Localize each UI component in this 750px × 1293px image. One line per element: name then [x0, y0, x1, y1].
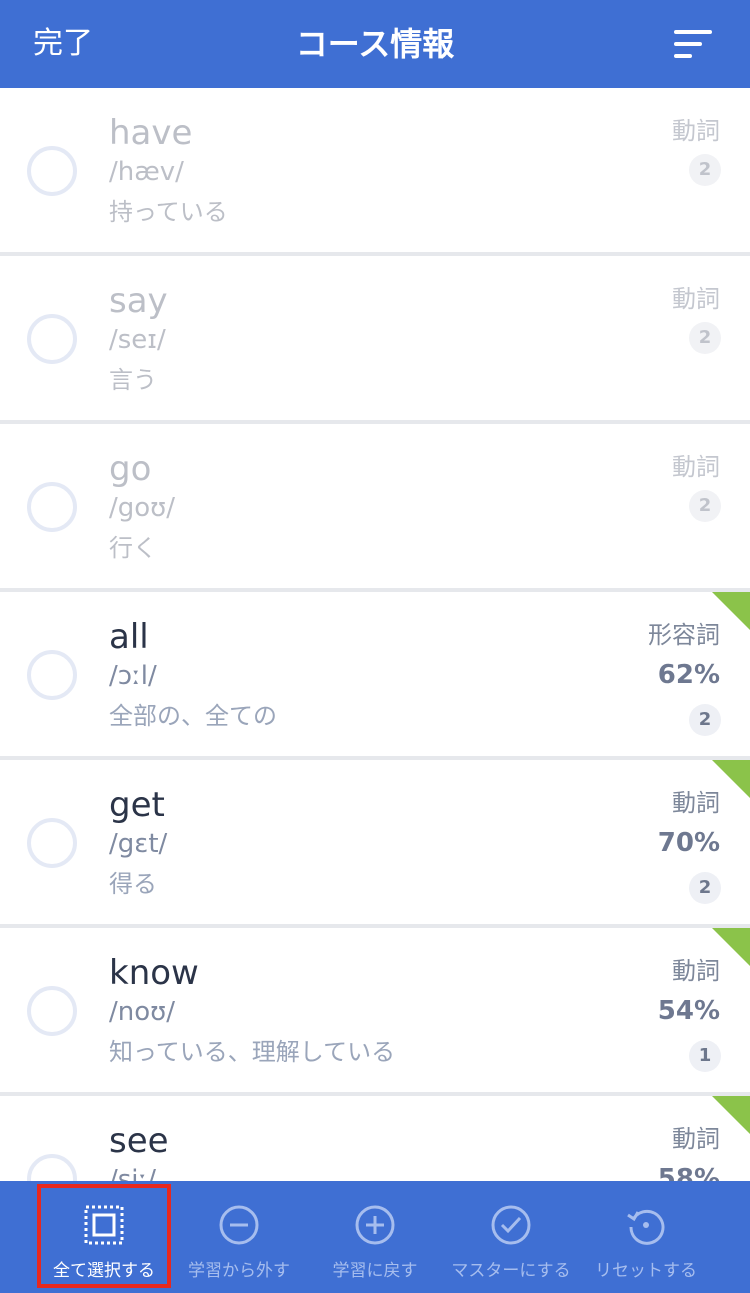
progress-percent: 58%	[657, 1164, 720, 1181]
word-text: know	[109, 953, 199, 993]
word-text: say	[109, 281, 168, 321]
plus-circle-icon	[355, 1205, 395, 1245]
progress-percent: 62%	[657, 660, 720, 690]
return-to-study-button[interactable]: 学習に戻す	[307, 1181, 443, 1293]
reset-button[interactable]: リセットする	[578, 1181, 714, 1293]
progress-percent: 54%	[657, 996, 720, 1026]
pronunciation-text: /goʊ/	[109, 493, 175, 523]
page-title: コース情報	[295, 25, 455, 63]
mark-mastered-button[interactable]: マスターにする	[443, 1181, 579, 1293]
meaning-text: 全部の、全ての	[109, 702, 277, 730]
remove-from-study-button[interactable]: 学習から外す	[171, 1181, 307, 1293]
meaning-text: 行く	[109, 534, 157, 562]
list-item[interactable]: all /ɔːl/ 全部の、全ての 形容詞 62% 2	[0, 592, 750, 756]
list-item[interactable]: get /gɛt/ 得る 動詞 70% 2	[0, 760, 750, 924]
select-radio[interactable]	[27, 650, 77, 700]
remove-from-study-label: 学習から外す	[188, 1261, 290, 1281]
part-of-speech: 動詞	[672, 453, 720, 481]
word-text: all	[109, 617, 149, 657]
pronunciation-text: /seɪ/	[109, 325, 166, 355]
count-badge: 2	[689, 490, 721, 522]
select-radio[interactable]	[27, 986, 77, 1036]
select-radio[interactable]	[27, 482, 77, 532]
part-of-speech: 形容詞	[648, 621, 720, 649]
count-badge: 1	[689, 1040, 721, 1072]
list-item[interactable]: say /seɪ/ 言う 動詞 2	[0, 256, 750, 420]
select-radio[interactable]	[27, 314, 77, 364]
return-to-study-label: 学習に戻す	[332, 1261, 418, 1281]
meaning-text: 得る	[109, 870, 157, 898]
count-badge: 2	[689, 154, 721, 186]
word-text: go	[109, 449, 152, 489]
reset-icon	[627, 1209, 665, 1245]
check-circle-icon	[491, 1205, 531, 1245]
nav-header: 完了 コース情報	[0, 0, 750, 88]
meaning-text: 言う	[109, 366, 157, 394]
meaning-text: 知っている、理解している	[109, 1038, 396, 1066]
list-item[interactable]: go /goʊ/ 行く 動詞 2	[0, 424, 750, 588]
pronunciation-text: /hæv/	[109, 157, 184, 187]
part-of-speech: 動詞	[672, 117, 720, 145]
minus-circle-icon	[219, 1205, 259, 1245]
pronunciation-text: /noʊ/	[109, 997, 175, 1027]
pronunciation-text: /ɔːl/	[109, 661, 157, 691]
reset-label: リセットする	[595, 1261, 697, 1281]
part-of-speech: 動詞	[672, 285, 720, 313]
select-radio[interactable]	[27, 146, 77, 196]
meaning-text: 持っている	[109, 198, 228, 226]
word-text: see	[109, 1121, 169, 1161]
list-item[interactable]: know /noʊ/ 知っている、理解している 動詞 54% 1	[0, 928, 750, 1092]
select-radio[interactable]	[27, 1154, 77, 1181]
count-badge: 2	[689, 704, 721, 736]
list-item[interactable]: have /hæv/ 持っている 動詞 2	[0, 88, 750, 252]
word-text: have	[109, 113, 193, 153]
part-of-speech: 動詞	[672, 957, 720, 985]
count-badge: 2	[689, 872, 721, 904]
select-radio[interactable]	[27, 818, 77, 868]
progress-percent: 70%	[657, 828, 720, 858]
part-of-speech: 動詞	[672, 1125, 720, 1153]
word-list: have /hæv/ 持っている 動詞 2 say /seɪ/ 言う 動詞 2 …	[0, 88, 750, 1181]
word-text: get	[109, 785, 165, 825]
select-all-highlight-box	[37, 1184, 171, 1288]
part-of-speech: 動詞	[672, 789, 720, 817]
pronunciation-text: /siː/	[109, 1165, 157, 1181]
pronunciation-text: /gɛt/	[109, 829, 168, 859]
mark-mastered-label: マスターにする	[451, 1261, 571, 1281]
sort-icon[interactable]	[674, 30, 714, 58]
list-item[interactable]: see /siː/ 動詞 58%	[0, 1096, 750, 1181]
count-badge: 2	[689, 322, 721, 354]
